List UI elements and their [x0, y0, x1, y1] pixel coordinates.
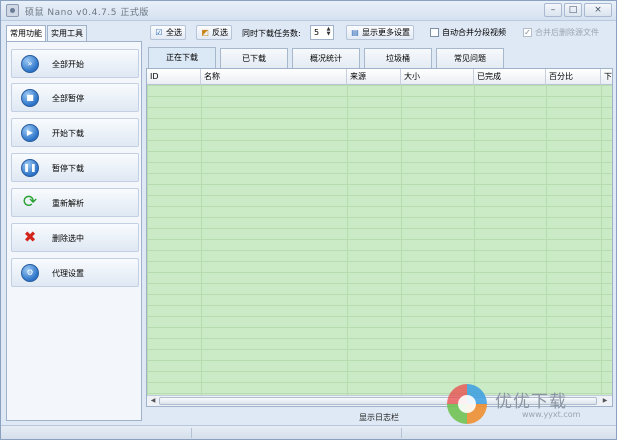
checkbox-box[interactable]	[430, 28, 439, 37]
column-header-size[interactable]: 大小	[401, 69, 474, 85]
table-header: ID 名称 来源 大小 已完成 百分比 下	[147, 69, 612, 85]
delete-source-label: 合并后删除源文件	[535, 28, 599, 37]
sidebar-item-label: 开始下载	[52, 129, 84, 138]
sidebar-item-label: 删除选中	[52, 234, 84, 243]
tab-downloading[interactable]: 正在下载	[148, 47, 216, 68]
status-bar	[1, 425, 616, 439]
status-divider	[401, 428, 402, 438]
sidebar-item-label: 暂停下载	[52, 164, 84, 173]
invert-select-label: 反选	[212, 28, 228, 37]
pause-icon: ❚❚	[21, 159, 39, 177]
pause-all-icon: ■	[21, 89, 39, 107]
download-task-table[interactable]: ID 名称 来源 大小 已完成 百分比 下 ◀ ▶	[146, 68, 613, 407]
tab-utility-tools[interactable]: 实用工具	[47, 25, 87, 41]
sidebar: » 全部开始 ■ 全部暂停 ▶ 开始下载 ❚❚ 暂停下载 ⟳ 重新解析 ✖ 删除…	[6, 41, 142, 421]
status-divider	[191, 428, 192, 438]
window-title: 硕鼠 Nano v0.4.7.5 正式版	[25, 8, 149, 18]
column-divider	[601, 85, 602, 396]
column-header-percent[interactable]: 百分比	[546, 69, 601, 85]
concurrent-tasks-label: 同时下载任务数:	[242, 29, 301, 38]
proxy-settings-button[interactable]: ⚙ 代理设置	[11, 258, 139, 287]
table-body[interactable]	[147, 85, 612, 396]
sidebar-item-label: 代理设置	[52, 269, 84, 278]
sidebar-item-label: 重新解析	[52, 199, 84, 208]
minimize-button[interactable]: –	[544, 3, 562, 17]
left-tab-bar: 常用功能 实用工具	[6, 25, 88, 42]
tab-faq[interactable]: 常见问题	[436, 48, 504, 68]
select-all-button[interactable]: ☑ 全选	[150, 25, 186, 40]
maximize-button[interactable]: □	[564, 3, 582, 17]
delete-selected-button[interactable]: ✖ 删除选中	[11, 223, 139, 252]
more-settings-label: 显示更多设置	[362, 28, 410, 37]
tab-trash[interactable]: 垃圾桶	[364, 48, 432, 68]
auto-merge-label: 自动合并分段视频	[442, 28, 506, 37]
tab-common-functions[interactable]: 常用功能	[6, 25, 46, 42]
delete-icon: ✖	[23, 228, 37, 246]
auto-merge-checkbox[interactable]: 自动合并分段视频	[430, 27, 506, 38]
checkbox-box[interactable]: ✓	[523, 28, 532, 37]
watermark-logo-icon	[447, 384, 487, 424]
tab-downloaded[interactable]: 已下载	[220, 48, 288, 68]
sidebar-item-label: 全部暂停	[52, 94, 84, 103]
column-divider	[546, 85, 547, 396]
column-divider	[401, 85, 402, 396]
show-log-toggle[interactable]: 显示日志栏	[359, 412, 399, 423]
app-logo-icon	[6, 4, 19, 17]
watermark-text: 优优下载	[495, 392, 567, 412]
start-download-button[interactable]: ▶ 开始下载	[11, 118, 139, 147]
title-bar: 硕鼠 Nano v0.4.7.5 正式版 – □ ×	[1, 1, 616, 21]
close-button[interactable]: ×	[584, 3, 612, 17]
pause-all-button[interactable]: ■ 全部暂停	[11, 83, 139, 112]
tab-statistics[interactable]: 概况统计	[292, 48, 360, 68]
start-all-button[interactable]: » 全部开始	[11, 49, 139, 78]
column-divider	[347, 85, 348, 396]
column-divider	[474, 85, 475, 396]
column-header-speed[interactable]: 下	[601, 69, 612, 85]
column-header-name[interactable]: 名称	[201, 69, 347, 85]
play-icon: ▶	[21, 124, 39, 142]
play-all-icon: »	[21, 55, 39, 73]
select-all-icon: ☑	[155, 28, 163, 37]
select-all-label: 全选	[166, 28, 182, 37]
scroll-left-icon[interactable]: ◀	[148, 397, 158, 405]
proxy-settings-icon: ⚙	[21, 264, 39, 282]
column-divider	[201, 85, 202, 396]
watermark-url: www.yyxt.com	[522, 410, 581, 419]
delete-source-checkbox[interactable]: ✓ 合并后删除源文件	[523, 27, 599, 38]
column-header-id[interactable]: ID	[147, 69, 201, 85]
more-settings-button[interactable]: ▤ 显示更多设置	[346, 25, 414, 40]
window-controls: – □ ×	[544, 3, 612, 17]
concurrent-tasks-stepper[interactable]: 5 ▲ ▼	[310, 25, 334, 40]
pause-download-button[interactable]: ❚❚ 暂停下载	[11, 153, 139, 182]
reparse-button[interactable]: ⟳ 重新解析	[11, 188, 139, 217]
invert-select-icon: ◩	[201, 28, 209, 37]
app-window: 硕鼠 Nano v0.4.7.5 正式版 – □ × 常用功能 实用工具 » 全…	[0, 0, 617, 440]
invert-select-button[interactable]: ◩ 反选	[196, 25, 232, 40]
refresh-icon: ⟳	[22, 192, 38, 212]
column-header-source[interactable]: 来源	[347, 69, 401, 85]
sidebar-item-label: 全部开始	[52, 60, 84, 69]
stepper-arrows-icon[interactable]: ▲ ▼	[325, 27, 332, 38]
concurrent-tasks-value: 5	[314, 28, 320, 37]
column-header-completed[interactable]: 已完成	[474, 69, 546, 85]
settings-icon: ▤	[351, 28, 359, 37]
scroll-right-icon[interactable]: ▶	[600, 397, 610, 405]
